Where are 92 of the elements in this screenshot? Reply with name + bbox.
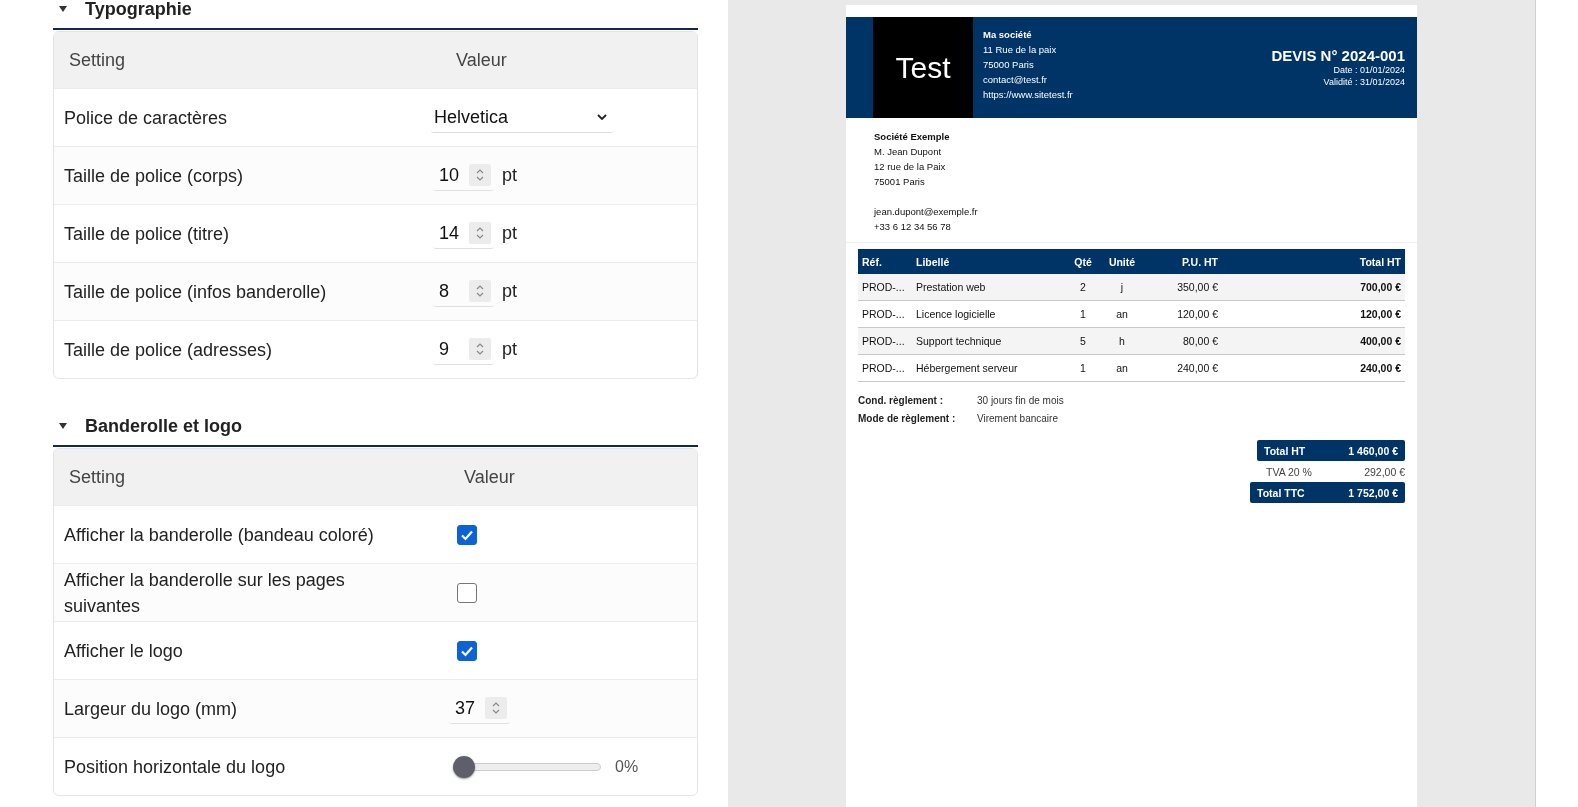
company-info: contact@test.fr xyxy=(983,73,1049,87)
table-cell-text: 5 xyxy=(1079,335,1087,347)
table-cell-text: 120,00 € xyxy=(1176,308,1218,320)
spinner-icon[interactable] xyxy=(469,164,491,186)
setting-label: Taille de police (infos banderolle) xyxy=(63,280,328,304)
document-validity: Validité : 31/01/2024 xyxy=(1323,76,1405,88)
font-dropdown[interactable]: Helvetica xyxy=(431,102,614,133)
setting-label: Taille de police (corps) xyxy=(63,164,245,188)
table-cell-text: Support technique xyxy=(916,335,1003,347)
table-cell-text: Licence logicielle xyxy=(916,308,997,320)
company-info: 75000 Paris xyxy=(983,58,1035,72)
number-input[interactable]: 9 xyxy=(433,334,494,365)
logo: Test xyxy=(873,17,973,118)
slider-thumb[interactable] xyxy=(453,755,475,778)
setting-label: Position horizontale du logo xyxy=(63,755,287,779)
total-bar: Total HT 1 460,00 € xyxy=(1257,440,1405,461)
setting-label: Largeur du logo (mm) xyxy=(63,697,239,721)
column-header: Libellé xyxy=(916,255,951,268)
collapse-icon xyxy=(59,423,67,429)
column-header: Valeur xyxy=(456,49,507,71)
spinner-icon[interactable] xyxy=(469,338,491,360)
table-cell-text: Hébergement serveur xyxy=(916,362,1019,374)
setting-label: Taille de police (titre) xyxy=(63,222,231,246)
client-contact: jean.dupont@exemple.fr xyxy=(874,205,979,219)
company-name: Ma société xyxy=(983,28,1033,42)
table-cell-text: 700,00 € xyxy=(1359,281,1402,293)
client-name: Société Exemple xyxy=(874,130,951,144)
document-title: DEVIS N° 2024-001 xyxy=(1271,47,1405,64)
document-date: Date : 01/01/2024 xyxy=(1333,64,1405,76)
table-cell-text: 400,00 € xyxy=(1359,335,1402,347)
table-cell-text: 2 xyxy=(1079,281,1087,293)
checkbox[interactable] xyxy=(457,524,477,545)
unit-label: pt xyxy=(502,223,517,244)
slider-value: 0% xyxy=(615,757,639,776)
checkbox[interactable] xyxy=(457,582,477,603)
client-address: 75001 Paris xyxy=(874,175,926,189)
table-cell-text: PROD-... xyxy=(861,335,906,347)
table-cell-text: an xyxy=(1115,308,1129,320)
table-cell-text: 1 xyxy=(1079,308,1087,320)
table-cell-text: 350,00 € xyxy=(1176,281,1218,293)
spinner-icon[interactable] xyxy=(469,280,491,302)
column-header: Qté xyxy=(1073,255,1093,268)
company-info: https://www.sitetest.fr xyxy=(983,88,1073,102)
payment-label: Cond. règlement : xyxy=(858,394,944,408)
unit-label: pt xyxy=(502,281,517,302)
column-header: Valeur xyxy=(463,466,515,488)
column-header: P.U. HT xyxy=(1181,255,1218,268)
table-cell-text: 240,00 € xyxy=(1359,362,1402,374)
checkbox[interactable] xyxy=(457,640,477,661)
table-cell-text: h xyxy=(1118,335,1126,347)
table-cell-text: an xyxy=(1115,362,1129,374)
setting-label: Afficher la banderolle sur les pages suivantes xyxy=(63,568,346,618)
column-header: Unité xyxy=(1107,255,1137,268)
client-address: M. Jean Dupont xyxy=(874,145,943,159)
table-cell-text: PROD-... xyxy=(861,308,906,320)
table-cell-text: 240,00 € xyxy=(1176,362,1218,374)
client-contact: +33 6 12 34 56 78 xyxy=(874,220,952,234)
table-cell-text: 1 xyxy=(1079,362,1087,374)
table-cell-text: PROD-... xyxy=(861,362,906,374)
company-info: 11 Rue de la paix xyxy=(983,43,1058,57)
payment-label: Mode de règlement : xyxy=(858,412,957,426)
spinner-icon[interactable] xyxy=(469,222,491,244)
unit-label: pt xyxy=(502,339,517,360)
total-row-text: TVA 20 % 292,00 € xyxy=(1265,464,1405,480)
table-cell-text: 120,00 € xyxy=(1359,308,1402,320)
spinner-icon[interactable] xyxy=(485,697,507,719)
payment-value: 30 jours fin de mois xyxy=(977,394,1064,408)
number-input[interactable]: 8 xyxy=(433,276,494,307)
column-header: Setting xyxy=(68,466,127,488)
chevron-down-icon xyxy=(596,113,608,121)
section-header[interactable]: Banderolle et logo xyxy=(53,407,698,447)
payment-value: Virement bancaire xyxy=(977,412,1058,426)
number-input[interactable]: 14 xyxy=(433,218,494,249)
column-header: Réf. xyxy=(861,255,883,268)
section-title: Typographie xyxy=(85,0,192,20)
client-address: 12 rue de la Paix xyxy=(874,160,947,174)
table-cell-text: j xyxy=(1119,281,1125,293)
setting-label: Afficher le logo xyxy=(63,639,184,663)
number-input[interactable]: 37 xyxy=(449,693,510,724)
column-header: Setting xyxy=(68,49,127,71)
table-cell-text: PROD-... xyxy=(861,281,906,293)
unit-label: pt xyxy=(502,165,517,186)
table-cell-text: Prestation web xyxy=(916,281,987,293)
section-title: Banderolle et logo xyxy=(85,415,243,437)
setting-label: Afficher la banderolle (bandeau coloré) xyxy=(63,523,375,547)
table-cell-text: 80,00 € xyxy=(1181,335,1218,347)
collapse-icon xyxy=(59,6,67,12)
number-input[interactable]: 10 xyxy=(433,160,494,191)
section-header[interactable]: Typographie xyxy=(53,0,698,30)
setting-label: Taille de police (adresses) xyxy=(63,338,274,362)
total-bar: Total TTC 1 752,00 € xyxy=(1250,482,1405,503)
column-header: Total HT xyxy=(1358,255,1402,268)
